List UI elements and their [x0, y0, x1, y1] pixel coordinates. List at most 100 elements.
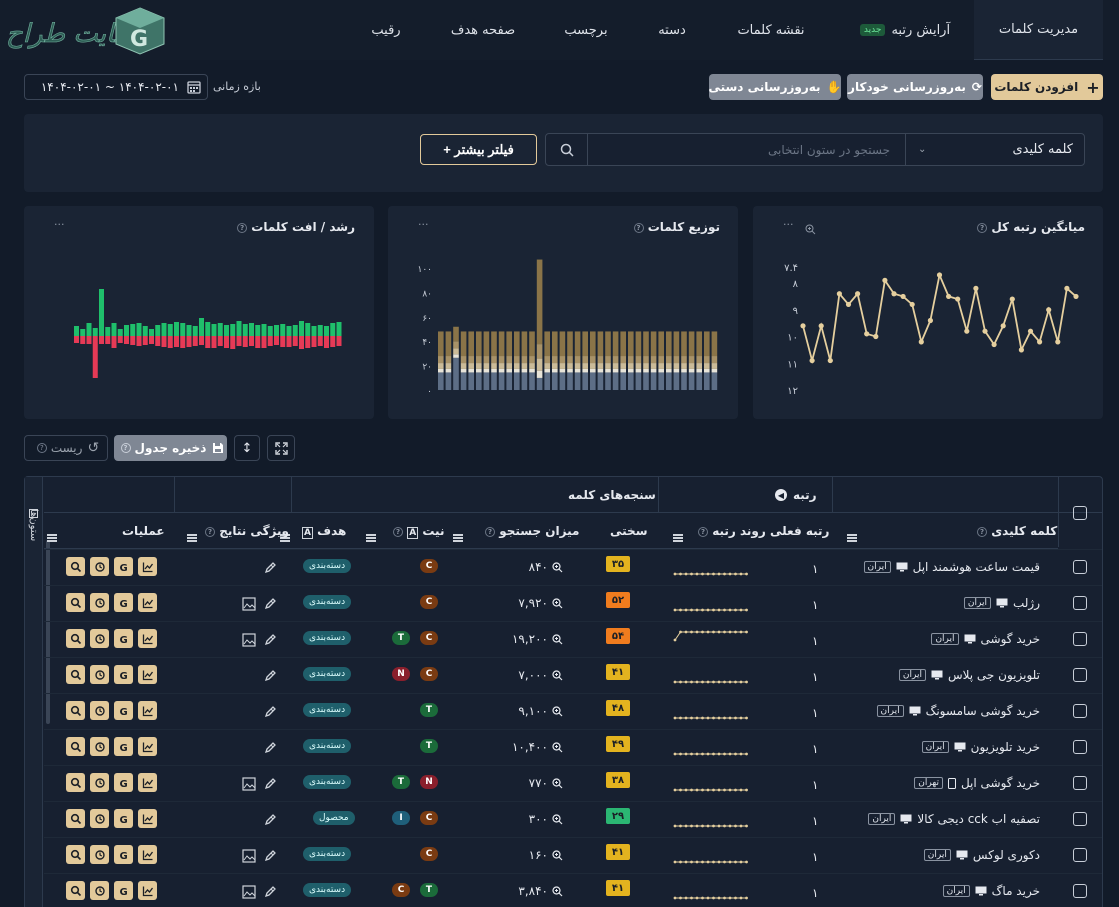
zoom-in-icon[interactable]: [552, 669, 563, 681]
row-checkbox[interactable]: [1073, 668, 1087, 682]
google-action-button[interactable]: G: [114, 809, 133, 828]
keyword-cell[interactable]: خرید گوشی ایران: [931, 632, 1040, 646]
search-volume-cell[interactable]: ۷,۰۰۰: [518, 668, 563, 682]
chart-action-button[interactable]: [138, 845, 157, 864]
actions-cell[interactable]: [66, 593, 85, 612]
actions-cell[interactable]: [138, 629, 157, 648]
target-cell[interactable]: دسته‌بندی: [303, 883, 352, 897]
actions-cell[interactable]: G: [114, 557, 133, 576]
actions-cell[interactable]: [90, 593, 109, 612]
actions-cell[interactable]: G: [114, 845, 133, 864]
edit-icon[interactable]: [263, 885, 277, 899]
actions-cell[interactable]: [90, 629, 109, 648]
keyword-cell[interactable]: خرید تلویزیون ایران: [921, 740, 1040, 754]
reset-button[interactable]: ? ریست ↺: [24, 435, 108, 461]
keyword-cell[interactable]: خرید گوشی اپل تهران: [914, 776, 1040, 790]
col-difficulty[interactable]: سختی: [610, 524, 648, 538]
more-filter-button[interactable]: + فیلتر بیشتر: [420, 134, 537, 165]
column-select[interactable]: ⌄ کلمه کلیدی: [905, 133, 1085, 166]
tab-target-page[interactable]: صفحه هدف: [448, 0, 518, 60]
edit-icon[interactable]: [263, 705, 277, 719]
zoom-in-icon[interactable]: [552, 885, 563, 897]
manual-update-button[interactable]: به‌روزرسانی دستی ✋: [708, 74, 842, 100]
search-volume-cell[interactable]: ۷,۹۲۰: [518, 596, 563, 610]
zoom-icon[interactable]: [805, 220, 816, 239]
zoom-in-icon[interactable]: [552, 849, 563, 861]
actions-cell[interactable]: [138, 593, 157, 612]
history-action-button[interactable]: [90, 593, 109, 612]
serp-edit[interactable]: [263, 848, 277, 867]
keyword-cell[interactable]: تلویزیون جی پلاس ایران: [898, 668, 1040, 682]
actions-cell[interactable]: [90, 737, 109, 756]
col-intent[interactable]: ? A نیت: [389, 524, 444, 539]
google-action-button[interactable]: G: [114, 737, 133, 756]
actions-cell[interactable]: [66, 557, 85, 576]
google-action-button[interactable]: G: [114, 557, 133, 576]
columns-side-panel[interactable]: ستون‌ها: [25, 477, 43, 907]
actions-cell[interactable]: [66, 809, 85, 828]
search-volume-cell[interactable]: ۹,۱۰۰: [518, 704, 563, 718]
col-menu-icon[interactable]: [847, 527, 857, 546]
serp-edit[interactable]: [263, 740, 277, 759]
history-action-button[interactable]: [90, 773, 109, 792]
keyword-cell[interactable]: رژلب ایران: [963, 596, 1040, 610]
google-action-button[interactable]: G: [114, 881, 133, 900]
col-menu-icon[interactable]: [187, 527, 197, 546]
zoom-in-icon[interactable]: [552, 777, 563, 789]
actions-cell[interactable]: [66, 845, 85, 864]
google-action-button[interactable]: G: [114, 773, 133, 792]
col-menu-icon[interactable]: [366, 527, 376, 546]
keyword-cell[interactable]: قیمت ساعت هوشمند اپل ایران: [863, 560, 1040, 574]
keyword-cell[interactable]: تصفیه اب cck دیجی کالا ایران: [868, 812, 1040, 826]
actions-cell[interactable]: [138, 881, 157, 900]
chart-action-button[interactable]: [138, 701, 157, 720]
actions-cell[interactable]: [90, 809, 109, 828]
actions-cell[interactable]: [66, 665, 85, 684]
col-menu-icon[interactable]: [453, 527, 463, 546]
auto-update-button[interactable]: به‌روزرسانی خودکار ⟳: [847, 74, 983, 100]
row-checkbox[interactable]: [1073, 776, 1087, 790]
more-menu-icon[interactable]: ···: [54, 218, 65, 231]
google-action-button[interactable]: G: [114, 701, 133, 720]
tab-category[interactable]: دسته: [652, 0, 692, 60]
chart-action-button[interactable]: [138, 629, 157, 648]
search-action-button[interactable]: [66, 593, 85, 612]
target-cell[interactable]: دسته‌بندی: [303, 559, 352, 573]
history-action-button[interactable]: [90, 845, 109, 864]
tab-rank-arrangement[interactable]: جدید آرایش رتبه: [852, 0, 952, 60]
save-table-button[interactable]: ? ذخیره جدول: [114, 435, 227, 461]
actions-cell[interactable]: [138, 845, 157, 864]
serp-edit[interactable]: [263, 776, 277, 795]
add-keywords-button[interactable]: افزودن کلمات +: [991, 74, 1103, 100]
actions-cell[interactable]: [138, 557, 157, 576]
zoom-in-icon[interactable]: [552, 633, 563, 645]
tab-keyword-map[interactable]: نقشه کلمات: [736, 0, 806, 60]
keyword-cell[interactable]: خرید گوشی سامسونگ ایران: [876, 704, 1040, 718]
actions-cell[interactable]: G: [114, 629, 133, 648]
actions-cell[interactable]: [66, 773, 85, 792]
more-menu-icon[interactable]: ···: [783, 218, 794, 231]
edit-icon[interactable]: [263, 561, 277, 575]
search-action-button[interactable]: [66, 881, 85, 900]
keyword-cell[interactable]: دکوری لوکس ایران: [923, 848, 1040, 862]
edit-icon[interactable]: [263, 669, 277, 683]
col-search-volume[interactable]: ? میزان جستجو: [481, 524, 579, 538]
search-volume-cell[interactable]: ۸۴۰: [529, 560, 563, 574]
fullscreen-button[interactable]: [267, 435, 295, 461]
history-action-button[interactable]: [90, 665, 109, 684]
search-volume-cell[interactable]: ۱۶۰: [529, 848, 563, 862]
target-cell[interactable]: دسته‌بندی: [303, 595, 352, 609]
brand-logo[interactable]: سایت طراح G: [2, 2, 170, 58]
col-target[interactable]: A هدف: [302, 524, 346, 539]
google-action-button[interactable]: G: [114, 845, 133, 864]
search-volume-cell[interactable]: ۷۷۰: [529, 776, 563, 790]
search-action-button[interactable]: [66, 737, 85, 756]
serp-edit[interactable]: [263, 560, 277, 579]
serp-edit[interactable]: [263, 884, 277, 903]
actions-cell[interactable]: [66, 881, 85, 900]
row-checkbox[interactable]: [1073, 740, 1087, 754]
tab-tag[interactable]: برچسب: [563, 0, 609, 60]
row-checkbox[interactable]: [1073, 704, 1087, 718]
search-action-button[interactable]: [66, 629, 85, 648]
actions-cell[interactable]: G: [114, 665, 133, 684]
